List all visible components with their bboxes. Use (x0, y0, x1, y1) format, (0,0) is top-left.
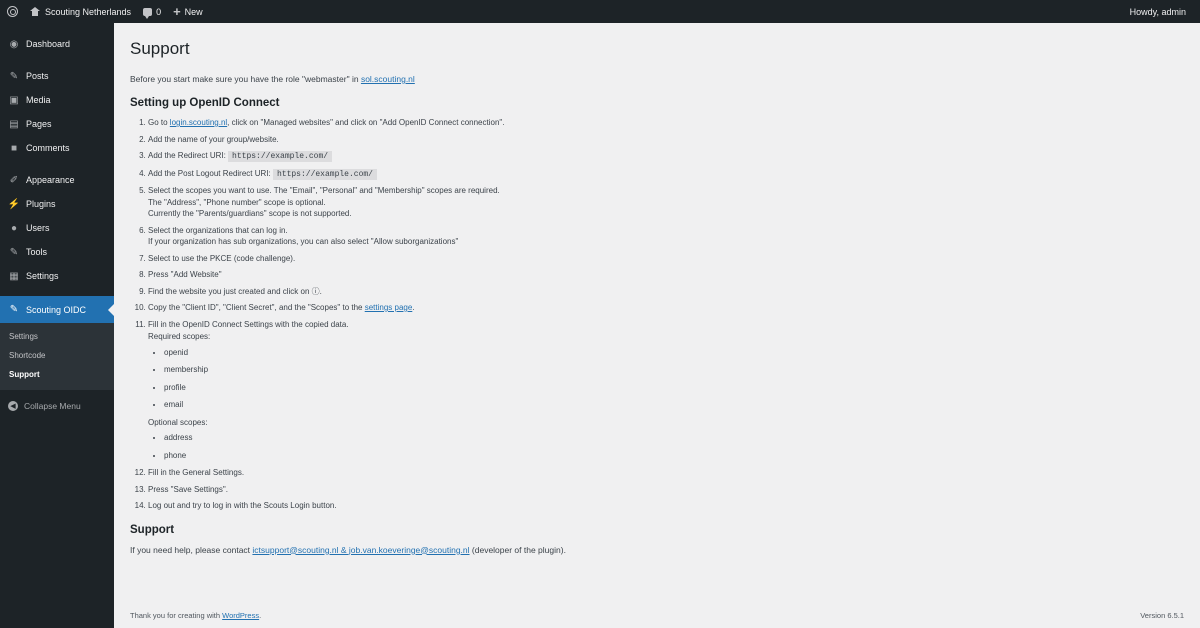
comments-menu[interactable]: 0 (137, 0, 167, 23)
collapse-arrow-icon: ◀ (8, 401, 18, 411)
sidebar-item-pages[interactable]: ▤ Pages (0, 112, 114, 136)
sidebar-item-label: Pages (26, 119, 52, 129)
sidebar-item-comments[interactable]: ■ Comments (0, 136, 114, 160)
collapse-menu-label: Collapse Menu (24, 401, 81, 411)
step-14: Log out and try to log in with the Scout… (148, 500, 1184, 512)
home-icon (30, 7, 40, 16)
submenu-item-settings[interactable]: Settings (0, 327, 114, 346)
wrench-icon: ✎ (9, 246, 19, 258)
brush-icon: ✐ (9, 174, 19, 186)
list-item: profile (164, 382, 1184, 394)
support-email-link[interactable]: ictsupport@scouting.nl & job.van.koeveri… (252, 545, 469, 555)
my-account-menu[interactable]: Howdy, admin (1124, 0, 1200, 23)
list-item: address (164, 432, 1184, 444)
logout-redirect-uri-code: https://example.com/ (272, 168, 377, 180)
sidebar-item-settings[interactable]: ▦ Settings (0, 264, 114, 288)
pin-icon: ✎ (9, 70, 19, 82)
setup-steps-list: Go to login.scouting.nl, click on "Manag… (130, 117, 1184, 512)
sidebar-item-label: Comments (26, 143, 70, 153)
sidebar-item-scouting-oidc[interactable]: ✎ Scouting OIDC (0, 296, 114, 323)
sidebar-item-dashboard[interactable]: ◉ Dashboard (0, 32, 114, 56)
step-6: Select the organizations that can log in… (148, 225, 1184, 248)
redirect-uri-code: https://example.com/ (228, 151, 333, 162)
plus-icon: + (173, 4, 181, 19)
sidebar-item-users[interactable]: ● Users (0, 216, 114, 240)
admin-footer: Thank you for creating with WordPress. V… (130, 611, 1184, 620)
sidebar-submenu: Settings Shortcode Support (0, 323, 114, 390)
comment-icon: ■ (10, 142, 18, 154)
step-8: Press "Add Website" (148, 269, 1184, 281)
info-icon: ⓘ (311, 286, 320, 296)
sidebar-item-label: Media (26, 95, 51, 105)
optional-scopes-list: address phone (148, 432, 1184, 461)
sol-link[interactable]: sol.scouting.nl (361, 74, 415, 84)
admin-bar: Scouting Netherlands 0 + New Howdy, admi… (0, 0, 1200, 23)
wordpress-logo-menu[interactable] (0, 0, 24, 23)
list-item: membership (164, 364, 1184, 376)
comment-bubble-icon (143, 7, 153, 19)
step-12: Fill in the General Settings. (148, 467, 1184, 479)
settings-page-link[interactable]: settings page (365, 303, 413, 312)
plugin-icon: ⚡ (7, 198, 21, 210)
list-item: phone (164, 450, 1184, 462)
pages-icon: ▤ (9, 118, 19, 130)
site-name-menu[interactable]: Scouting Netherlands (24, 0, 137, 23)
dashboard-icon: ◉ (9, 38, 19, 50)
comments-count: 0 (156, 6, 162, 17)
step-3: Add the Redirect URI: https://example.co… (148, 150, 1184, 163)
wrench-icon: ✎ (9, 304, 19, 315)
sidebar-item-label: Plugins (26, 199, 56, 209)
collapse-menu-button[interactable]: ◀ Collapse Menu (0, 394, 114, 418)
step-5: Select the scopes you want to use. The "… (148, 185, 1184, 220)
wordpress-logo-icon (6, 6, 18, 17)
step-7: Select to use the PKCE (code challenge). (148, 253, 1184, 265)
main-content: Support Before you start make sure you h… (114, 23, 1200, 628)
sidebar-item-label: Users (26, 223, 50, 233)
list-item: email (164, 399, 1184, 411)
step-11: Fill in the OpenID Connect Settings with… (148, 319, 1184, 462)
sidebar-item-label: Settings (26, 271, 59, 281)
sidebar-item-tools[interactable]: ✎ Tools (0, 240, 114, 264)
submenu-item-shortcode[interactable]: Shortcode (0, 346, 114, 365)
setup-heading: Setting up OpenID Connect (130, 97, 280, 109)
footer-thanks: Thank you for creating with WordPress. (130, 611, 262, 620)
step-2: Add the name of your group/website. (148, 134, 1184, 146)
media-icon: ▣ (9, 94, 19, 106)
page-title: Support (130, 39, 190, 58)
step-9: Find the website you just created and cl… (148, 286, 1184, 298)
login-link[interactable]: login.scouting.nl (170, 118, 227, 127)
step-1: Go to login.scouting.nl, click on "Manag… (148, 117, 1184, 129)
required-scopes-list: openid membership profile email (148, 347, 1184, 411)
step-13: Press "Save Settings". (148, 484, 1184, 496)
site-name: Scouting Netherlands (45, 6, 132, 17)
sidebar-item-plugins[interactable]: ⚡ Plugins (0, 192, 114, 216)
list-item: openid (164, 347, 1184, 359)
support-text: If you need help, please contact ictsupp… (130, 544, 566, 555)
sidebar-item-media[interactable]: ▣ Media (0, 88, 114, 112)
required-scopes-label: Required scopes: (148, 332, 211, 341)
optional-scopes-label: Optional scopes: (148, 417, 208, 427)
sidebar-item-posts[interactable]: ✎ Posts (0, 64, 114, 88)
sidebar-item-appearance[interactable]: ✐ Appearance (0, 168, 114, 192)
user-icon: ● (10, 222, 18, 234)
admin-sidebar: ◉ Dashboard ✎ Posts ▣ Media ▤ Pages ■ Co… (0, 23, 114, 628)
new-content-menu[interactable]: + New (167, 0, 209, 23)
version-text: Version 6.5.1 (1140, 611, 1184, 620)
sidebar-item-label: Posts (26, 71, 49, 81)
new-label: New (184, 6, 203, 17)
sidebar-item-label: Appearance (26, 175, 75, 185)
intro-text: Before you start make sure you have the … (130, 74, 415, 84)
wordpress-link[interactable]: WordPress (222, 611, 259, 620)
sidebar-item-label: Dashboard (26, 39, 71, 49)
settings-icon: ▦ (9, 270, 19, 282)
step-10: Copy the "Client ID", "Client Secret", a… (148, 302, 1184, 314)
sidebar-item-label: Tools (26, 247, 48, 257)
howdy-text: Howdy, admin (1129, 6, 1186, 17)
submenu-item-support[interactable]: Support (0, 365, 114, 384)
sidebar-item-label: Scouting OIDC (26, 304, 87, 315)
support-heading: Support (130, 523, 175, 536)
step-4: Add the Post Logout Redirect URI: https:… (148, 168, 1184, 181)
